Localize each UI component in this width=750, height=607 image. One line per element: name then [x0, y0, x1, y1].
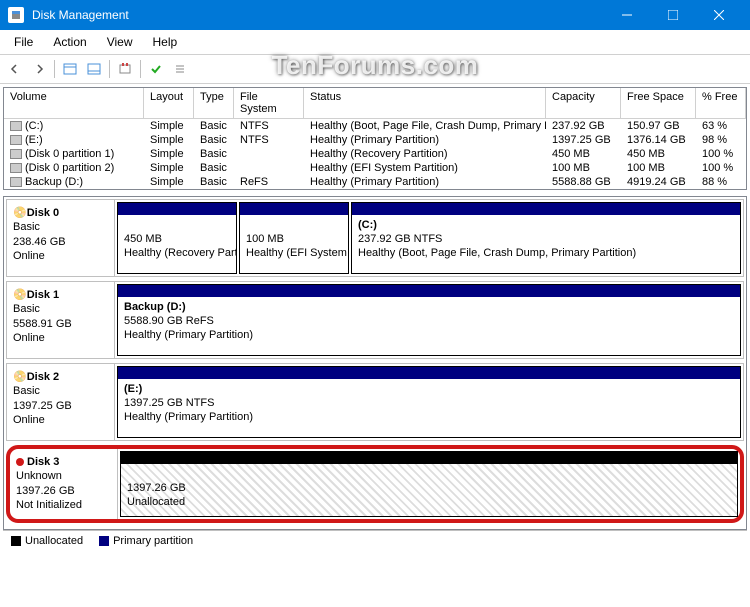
disk-row-1[interactable]: 📀Disk 1 Basic 5588.91 GB Online Backup (… — [6, 281, 744, 359]
col-layout[interactable]: Layout — [144, 88, 194, 118]
minimize-button[interactable] — [604, 0, 650, 30]
table-row[interactable]: (C:)SimpleBasicNTFSHealthy (Boot, Page F… — [4, 119, 746, 133]
checkmark-icon[interactable] — [145, 58, 167, 80]
list-icon[interactable] — [169, 58, 191, 80]
legend-swatch-unallocated — [11, 536, 21, 546]
view-bottom-icon[interactable] — [83, 58, 105, 80]
refresh-icon[interactable] — [114, 58, 136, 80]
table-row[interactable]: (Disk 0 partition 2)SimpleBasicHealthy (… — [4, 161, 746, 175]
table-row[interactable]: (E:)SimpleBasicNTFSHealthy (Primary Part… — [4, 133, 746, 147]
partition-c[interactable]: (C:)237.92 GB NTFSHealthy (Boot, Page Fi… — [351, 202, 741, 274]
disk-row-0[interactable]: 📀Disk 0 Basic 238.46 GB Online 450 MBHea… — [6, 199, 744, 277]
legend: Unallocated Primary partition — [3, 530, 747, 551]
partition-d[interactable]: Backup (D:)5588.90 GB ReFSHealthy (Prima… — [117, 284, 741, 356]
col-freespace[interactable]: Free Space — [621, 88, 696, 118]
disk-icon: 📀 — [13, 371, 27, 383]
window-title: Disk Management — [32, 8, 604, 22]
disk-row-2[interactable]: 📀Disk 2 Basic 1397.25 GB Online (E:)1397… — [6, 363, 744, 441]
disk-row-3[interactable]: Disk 3 Unknown 1397.26 GB Not Initialize… — [6, 445, 744, 523]
disk-info: Disk 3 Unknown 1397.26 GB Not Initialize… — [10, 449, 118, 519]
menu-help[interactable]: Help — [143, 32, 188, 52]
menu-action[interactable]: Action — [43, 32, 96, 52]
table-row[interactable]: (Disk 0 partition 1)SimpleBasicHealthy (… — [4, 147, 746, 161]
col-filesystem[interactable]: File System — [234, 88, 304, 118]
view-top-icon[interactable] — [59, 58, 81, 80]
disk-graphical-view: 📀Disk 0 Basic 238.46 GB Online 450 MBHea… — [3, 196, 747, 530]
partition[interactable]: 100 MBHealthy (EFI System Partition) — [239, 202, 349, 274]
volume-list[interactable]: Volume Layout Type File System Status Ca… — [3, 87, 747, 190]
col-status[interactable]: Status — [304, 88, 546, 118]
volume-icon — [10, 163, 22, 173]
maximize-button[interactable] — [650, 0, 696, 30]
table-row[interactable]: Backup (D:)SimpleBasicReFSHealthy (Prima… — [4, 175, 746, 189]
volume-icon — [10, 121, 22, 131]
col-volume[interactable]: Volume — [4, 88, 144, 118]
menubar: File Action View Help — [0, 30, 750, 55]
menu-view[interactable]: View — [97, 32, 143, 52]
forward-button[interactable] — [28, 58, 50, 80]
menu-file[interactable]: File — [4, 32, 43, 52]
titlebar: Disk Management — [0, 0, 750, 30]
partition[interactable]: 450 MBHealthy (Recovery Partition) — [117, 202, 237, 274]
volume-icon — [10, 149, 22, 159]
legend-swatch-primary — [99, 536, 109, 546]
partition-e[interactable]: (E:)1397.25 GB NTFSHealthy (Primary Part… — [117, 366, 741, 438]
disk-icon: 📀 — [13, 289, 27, 301]
disk-icon: 📀 — [13, 207, 27, 219]
app-icon — [8, 7, 24, 23]
disk-info: 📀Disk 0 Basic 238.46 GB Online — [7, 200, 115, 276]
back-button[interactable] — [4, 58, 26, 80]
disk-info: 📀Disk 1 Basic 5588.91 GB Online — [7, 282, 115, 358]
col-type[interactable]: Type — [194, 88, 234, 118]
volume-header: Volume Layout Type File System Status Ca… — [4, 88, 746, 119]
toolbar — [0, 55, 750, 84]
disk-info: 📀Disk 2 Basic 1397.25 GB Online — [7, 364, 115, 440]
volume-icon — [10, 135, 22, 145]
volume-icon — [10, 177, 22, 187]
col-capacity[interactable]: Capacity — [546, 88, 621, 118]
partition-unallocated[interactable]: 1397.26 GBUnallocated — [120, 451, 738, 517]
close-button[interactable] — [696, 0, 742, 30]
col-pctfree[interactable]: % Free — [696, 88, 746, 118]
